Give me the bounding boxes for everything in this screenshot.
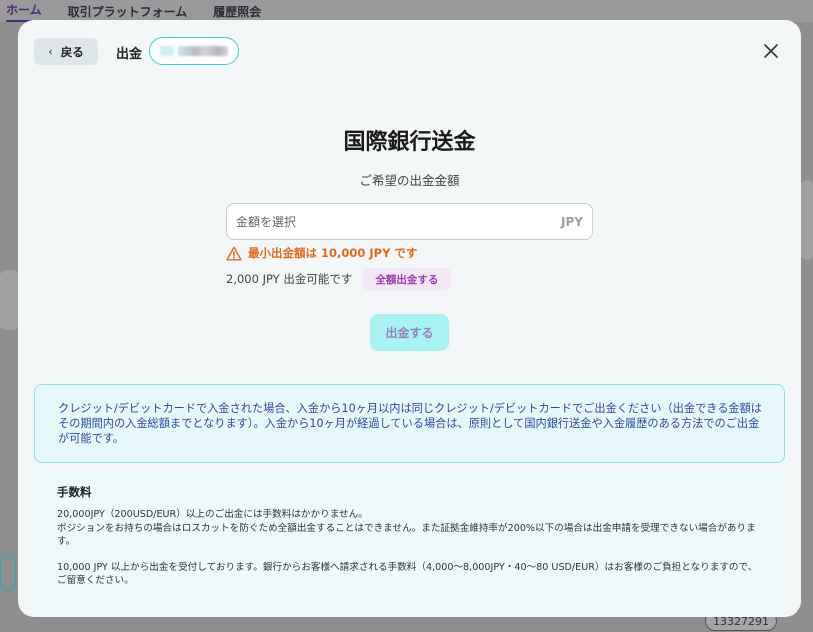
withdraw-all-button[interactable]: 全額出金する <box>362 268 452 290</box>
back-label: 戻る <box>60 44 84 59</box>
account-selector-chip[interactable] <box>149 37 239 65</box>
fee-title: 手数料 <box>57 485 92 499</box>
nav-tab-home: ホーム <box>6 1 42 22</box>
fee-line: 10,000 JPY 以上から出金を受付しております。銀行からお客様へ請求される… <box>57 561 758 587</box>
page-subtitle: ご希望の出金金額 <box>359 173 460 188</box>
amount-field[interactable]: JPY <box>226 203 593 240</box>
close-button[interactable] <box>760 40 782 62</box>
fee-section: 手数料 20,000JPY（200USD/EUR）以上のご出金には手数料はかかり… <box>34 469 785 617</box>
submit-withdraw-button[interactable]: 出金する <box>370 314 449 351</box>
withdraw-label: 出金 <box>116 47 143 62</box>
currency-label: JPY <box>561 214 583 229</box>
warning-triangle-icon <box>226 246 242 260</box>
fee-line: ポジションをお持ちの場合はロスカットを防ぐため全額出金することはできません。また… <box>57 522 756 548</box>
redacted-account-part <box>178 46 228 56</box>
background-nav: ホーム 取引プラットフォーム 履歴照会 <box>0 0 813 22</box>
fee-spacer <box>57 549 763 561</box>
fee-line: 20,000JPY（200USD/EUR）以上のご出金には手数料はかかりません。 <box>57 509 368 520</box>
available-row: 2,000 JPY 出金可能です 全額出金する <box>226 268 452 290</box>
page-title: 国際銀行送金 <box>343 130 476 155</box>
amount-input[interactable] <box>236 214 536 229</box>
redacted-account-part <box>160 46 174 56</box>
chevron-left-icon: ‹ <box>48 45 53 58</box>
nav-tab-platform: 取引プラットフォーム <box>67 4 188 19</box>
background-card <box>0 270 18 330</box>
card-withdrawal-notice: クレジット/デビットカードで入金された場合、入金から10ヶ月以内は同じクレジット… <box>34 384 785 463</box>
available-amount: 2,000 JPY 出金可能です <box>226 272 353 286</box>
withdrawal-modal: ‹ 戻る 出金 国際銀行送金 ご希望の出金金額 JPY 最小出金額は 10,00… <box>18 20 801 617</box>
close-icon <box>764 44 778 58</box>
background-button <box>0 555 16 591</box>
warning-text: 最小出金額は 10,000 JPY です <box>248 246 418 260</box>
back-button[interactable]: ‹ 戻る <box>34 38 98 65</box>
minimum-warning: 最小出金額は 10,000 JPY です <box>226 245 417 261</box>
background-card <box>801 180 813 260</box>
nav-tab-history: 履歴照会 <box>213 4 262 19</box>
